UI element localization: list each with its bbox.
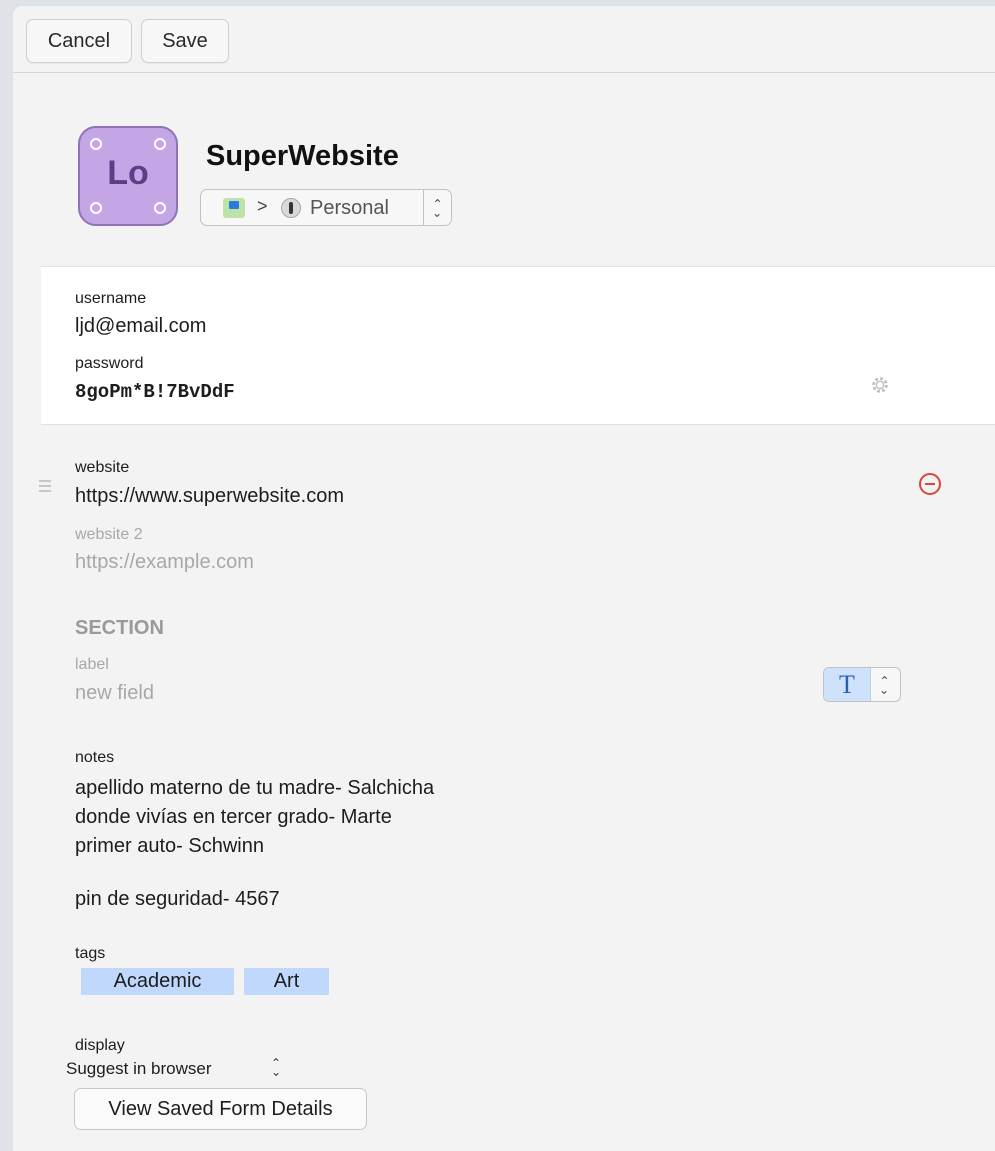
display-label: display [75, 1037, 125, 1054]
icon-corner-dot [90, 138, 102, 150]
section-heading[interactable]: SECTION [75, 617, 164, 640]
save-button[interactable]: Save [141, 19, 229, 63]
username-field[interactable]: ljd@email.com [75, 315, 206, 338]
field-type-selector[interactable]: T ⌃ ⌃ [823, 667, 901, 702]
notes-field[interactable]: apellido materno de tu madre- Salchicha … [75, 774, 434, 914]
credentials-section: username ljd@email.com password 8goPm*B!… [41, 266, 995, 425]
account-flag-icon [223, 198, 245, 218]
tags-label: tags [75, 945, 106, 962]
tag-art[interactable]: Art [244, 968, 329, 995]
display-select[interactable]: Suggest in browser [66, 1059, 212, 1079]
notes-line: pin de seguridad- 4567 [75, 888, 280, 910]
cancel-button[interactable]: Cancel [26, 19, 132, 63]
display-stepper-icon[interactable]: ⌃ ⌃ [271, 1057, 281, 1078]
vault-name: Personal [310, 197, 389, 219]
notes-line: apellido materno de tu madre- Salchicha [75, 777, 435, 799]
notes-label: notes [75, 749, 115, 766]
tag-academic[interactable]: Academic [81, 968, 234, 995]
icon-corner-dot [154, 138, 166, 150]
new-field-value[interactable]: new field [75, 682, 154, 705]
vault-selector[interactable]: > Personal ⌃ ⌃ [200, 189, 452, 226]
website-field[interactable]: https://www.superwebsite.com [75, 485, 344, 508]
remove-field-icon[interactable] [919, 473, 941, 495]
item-editor-window: Cancel Save Lo SuperWebsite > Personal ⌃… [13, 6, 995, 1151]
icon-corner-dot [90, 202, 102, 214]
website-label: website [75, 459, 130, 476]
item-title[interactable]: SuperWebsite [206, 140, 399, 173]
item-icon[interactable]: Lo [78, 126, 178, 226]
notes-line: donde vivías en tercer grado- Marte [75, 806, 392, 828]
text-type-icon: T [824, 668, 871, 701]
notes-line: primer auto- Schwinn [75, 835, 264, 857]
new-field-label[interactable]: label [75, 656, 109, 674]
icon-corner-dot [154, 202, 166, 214]
website-2-field[interactable]: https://example.com [75, 551, 254, 574]
username-label: username [75, 290, 147, 307]
vault-stepper-icon[interactable]: ⌃ ⌃ [423, 190, 451, 225]
item-icon-text: Lo [107, 154, 149, 192]
gear-icon[interactable] [869, 374, 891, 396]
breadcrumb-separator: > [257, 196, 268, 216]
password-label: password [75, 355, 144, 372]
item-header: Lo SuperWebsite > Personal ⌃ ⌃ [13, 72, 995, 266]
toolbar: Cancel Save [13, 6, 995, 73]
notes-line [75, 861, 434, 885]
drag-handle-icon[interactable] [39, 480, 51, 492]
password-field[interactable]: 8goPm*B!7BvDdF [75, 381, 235, 403]
website-2-label: website 2 [75, 526, 143, 543]
vault-icon [281, 198, 301, 218]
field-type-stepper-icon[interactable]: ⌃ ⌃ [869, 668, 900, 701]
view-saved-form-details-button[interactable]: View Saved Form Details [74, 1088, 367, 1130]
